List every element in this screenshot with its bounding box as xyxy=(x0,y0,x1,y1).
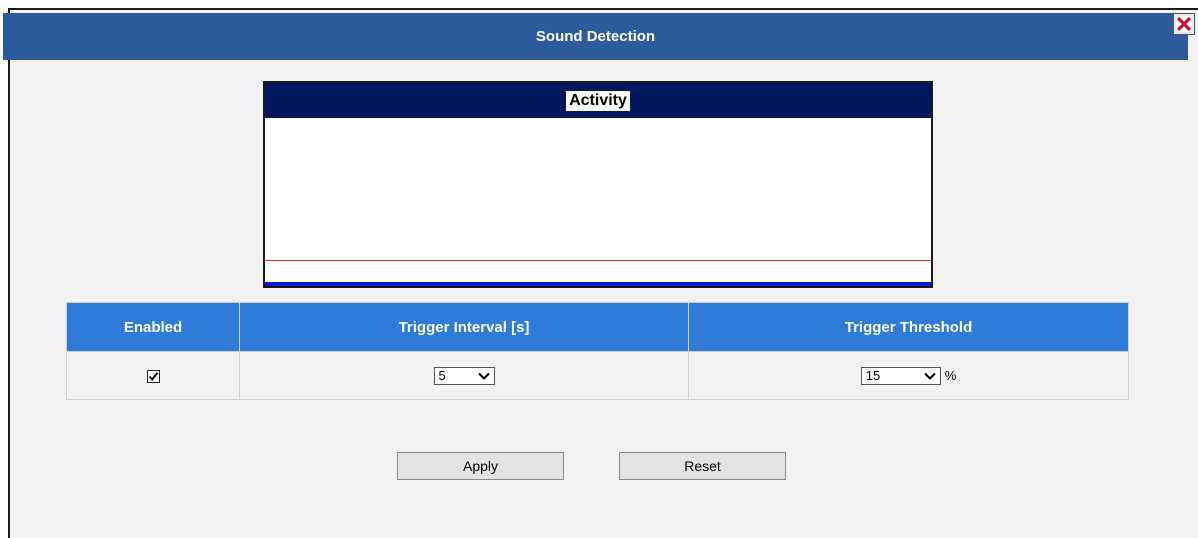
table-row: 5 15 % xyxy=(66,351,1129,400)
close-icon xyxy=(1176,16,1192,32)
header-enabled: Enabled xyxy=(66,302,240,352)
reset-button[interactable]: Reset xyxy=(619,452,786,480)
apply-button[interactable]: Apply xyxy=(397,452,564,480)
activity-baseline xyxy=(265,282,931,286)
activity-plot-area xyxy=(265,118,931,286)
checkmark-icon xyxy=(148,371,158,381)
trigger-interval-select[interactable]: 5 xyxy=(433,366,495,385)
enabled-checkbox[interactable] xyxy=(146,369,160,383)
trigger-threshold-select[interactable]: 15 xyxy=(860,366,941,385)
header-trigger-threshold: Trigger Threshold xyxy=(688,302,1129,352)
chevron-down-icon xyxy=(924,372,936,380)
activity-header: Activity xyxy=(265,83,931,118)
chevron-down-icon xyxy=(477,372,490,380)
trigger-interval-cell: 5 xyxy=(239,351,689,400)
settings-table: Enabled Trigger Interval [s] Trigger Thr… xyxy=(66,302,1129,400)
titlebar: Sound Detection xyxy=(3,13,1188,60)
header-trigger-interval: Trigger Interval [s] xyxy=(239,302,689,352)
activity-title: Activity xyxy=(566,90,630,111)
close-button[interactable] xyxy=(1173,13,1195,35)
dialog-title: Sound Detection xyxy=(535,28,656,45)
threshold-line xyxy=(265,260,931,261)
table-header-row: Enabled Trigger Interval [s] Trigger Thr… xyxy=(66,302,1129,352)
trigger-interval-value: 5 xyxy=(438,368,446,384)
trigger-threshold-value: 15 xyxy=(865,368,881,384)
activity-graph: Activity xyxy=(263,81,933,288)
threshold-unit: % xyxy=(944,368,957,384)
trigger-threshold-cell: 15 % xyxy=(688,351,1129,400)
enabled-cell xyxy=(66,351,240,400)
